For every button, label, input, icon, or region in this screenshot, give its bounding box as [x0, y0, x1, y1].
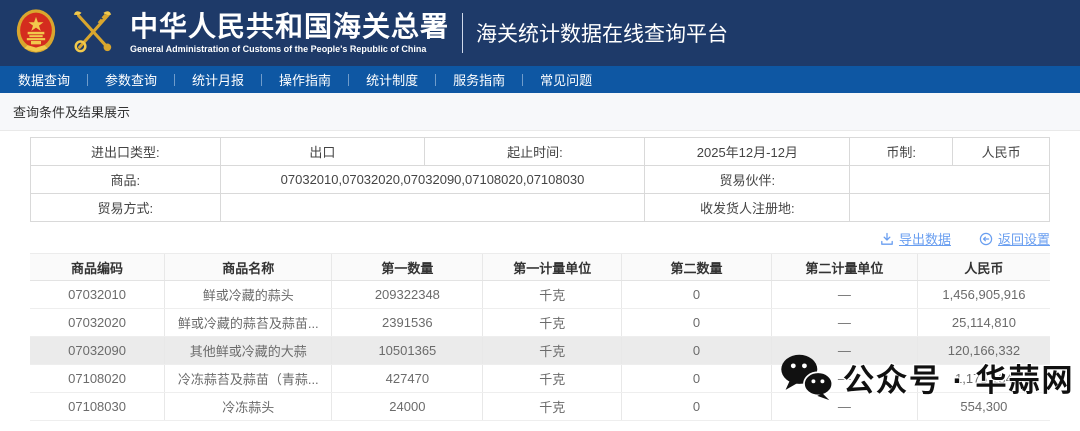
col-header-unit2: 第二计量单位	[771, 253, 918, 281]
nav-divider	[522, 73, 524, 86]
breadcrumb: 查询条件及结果展示	[0, 93, 1080, 131]
condition-partner-value	[849, 165, 1050, 194]
cell-name: 其他鲜或冷藏的大蒜	[164, 336, 332, 365]
nav-divider	[435, 73, 437, 86]
cell-qty2: 0	[621, 280, 772, 309]
cell-code: 07108020	[30, 364, 165, 393]
table-row: 07032020 鲜或冷藏的蒜苔及蒜苗... 2391536 千克 0 — 25…	[30, 308, 1050, 337]
nav-divider	[87, 73, 89, 86]
results-table: 商品编码 商品名称 第一数量 第一计量单位 第二数量 第二计量单位 人民币 07…	[30, 253, 1050, 421]
condition-trade-mode-label: 贸易方式:	[30, 193, 221, 222]
platform-title: 海关统计数据在线查询平台	[476, 23, 729, 46]
condition-trade-mode-value	[219, 193, 646, 222]
condition-time-label: 起止时间:	[424, 137, 646, 166]
cell-qty1: 24000	[331, 392, 483, 421]
customs-key-logo-icon	[70, 7, 116, 60]
cell-unit2: —	[771, 308, 918, 337]
download-icon	[881, 232, 893, 245]
nav-item-param-query[interactable]: 参数查询	[105, 70, 157, 89]
cell-unit2: —	[771, 364, 918, 393]
nav-item-operation-guide[interactable]: 操作指南	[279, 70, 331, 89]
cell-unit2: —	[771, 280, 918, 309]
cell-qty2: 0	[621, 308, 772, 337]
app-header: 中华人民共和国海关总署 General Administration of Cu…	[0, 0, 1080, 66]
condition-ie-type-value: 出口	[219, 137, 426, 166]
cell-name: 鲜或冷藏的蒜苔及蒜苗...	[164, 308, 332, 337]
cell-unit1: 千克	[482, 336, 622, 365]
cell-qty2: 0	[621, 364, 772, 393]
cell-code: 07032010	[30, 280, 165, 309]
cell-qty1: 427470	[331, 364, 483, 393]
org-title-block: 中华人民共和国海关总署 General Administration of Cu…	[130, 9, 450, 55]
table-row: 07108020 冷冻蒜苔及蒜苗（青蒜... 427470 千克 0 — 1,1…	[30, 364, 1050, 393]
condition-reg-place-value	[849, 193, 1050, 222]
main-nav: 数据查询 参数查询 统计月报 操作指南 统计制度 服务指南 常见问题	[0, 66, 1080, 93]
cell-unit1: 千克	[482, 392, 622, 421]
nav-item-monthly-report[interactable]: 统计月报	[192, 70, 244, 89]
nav-item-faq[interactable]: 常见问题	[540, 70, 592, 89]
condition-partner-label: 贸易伙伴:	[644, 165, 851, 194]
nav-divider	[174, 73, 176, 86]
cell-rmb: 554,300	[916, 392, 1050, 421]
condition-currency-value: 人民币	[952, 137, 1050, 166]
cell-rmb: 120,166,332	[916, 336, 1050, 365]
cell-code: 07108030	[30, 392, 165, 421]
export-data-button[interactable]: 导出数据	[880, 229, 951, 248]
nav-divider	[348, 73, 350, 86]
cell-qty2: 0	[621, 392, 772, 421]
condition-commodity-value: 07032010,07032020,07032090,07108020,0710…	[219, 165, 646, 194]
condition-reg-place-label: 收发货人注册地:	[644, 193, 851, 222]
cell-qty1: 10501365	[331, 336, 483, 365]
cell-rmb: 1,175,184	[916, 364, 1050, 393]
export-data-label: 导出数据	[898, 232, 951, 247]
results-header-row: 商品编码 商品名称 第一数量 第一计量单位 第二数量 第二计量单位 人民币	[30, 253, 1050, 281]
cell-qty1: 2391536	[331, 308, 483, 337]
nav-divider	[261, 73, 263, 86]
cell-rmb: 1,456,905,916	[916, 280, 1050, 309]
cell-name: 冷冻蒜苔及蒜苗（青蒜...	[164, 364, 332, 393]
national-emblem-icon	[16, 8, 56, 59]
cell-unit1: 千克	[482, 308, 622, 337]
cell-code: 07032090	[30, 336, 165, 365]
header-divider	[462, 13, 464, 53]
col-header-commodity-code: 商品编码	[30, 253, 165, 281]
col-header-qty1: 第一数量	[331, 253, 483, 281]
back-to-settings-button[interactable]: 返回设置	[979, 229, 1050, 248]
actions-bar: 导出数据 返回设置	[30, 229, 1050, 248]
org-title: 中华人民共和国海关总署	[130, 9, 450, 43]
col-header-rmb: 人民币	[916, 253, 1050, 281]
org-subtitle: General Administration of Customs of the…	[130, 44, 427, 55]
cell-unit2: —	[771, 336, 918, 365]
table-row: 07032010 鲜或冷藏的蒜头 209322348 千克 0 — 1,456,…	[30, 280, 1050, 309]
condition-row: 商品: 07032010,07032020,07032090,07108020,…	[30, 165, 1050, 194]
col-header-unit1: 第一计量单位	[482, 253, 622, 281]
cell-qty2: 0	[621, 336, 772, 365]
condition-row: 贸易方式: 收发货人注册地:	[30, 193, 1050, 222]
back-arrow-icon	[979, 232, 993, 245]
condition-row: 进出口类型: 出口 起止时间: 2025年12月-12月 币制: 人民币	[30, 137, 1050, 166]
breadcrumb-title: 查询条件及结果展示	[13, 105, 131, 120]
table-row-highlighted: 07032090 其他鲜或冷藏的大蒜 10501365 千克 0 — 120,1…	[30, 336, 1050, 365]
nav-item-statistics-system[interactable]: 统计制度	[366, 70, 418, 89]
condition-currency-label: 币制:	[849, 137, 954, 166]
back-to-settings-label: 返回设置	[997, 232, 1050, 247]
col-header-qty2: 第二数量	[621, 253, 772, 281]
cell-unit2: —	[771, 392, 918, 421]
cell-qty1: 209322348	[331, 280, 483, 309]
cell-unit1: 千克	[482, 364, 622, 393]
cell-unit1: 千克	[482, 280, 622, 309]
col-header-commodity-name: 商品名称	[164, 253, 332, 281]
query-conditions-table: 进出口类型: 出口 起止时间: 2025年12月-12月 币制: 人民币 商品:…	[30, 137, 1050, 222]
nav-item-data-query[interactable]: 数据查询	[18, 70, 70, 89]
condition-commodity-label: 商品:	[30, 165, 221, 194]
condition-time-value: 2025年12月-12月	[644, 137, 851, 166]
cell-rmb: 25,114,810	[916, 308, 1050, 337]
content-area: 进出口类型: 出口 起止时间: 2025年12月-12月 币制: 人民币 商品:…	[0, 131, 1080, 421]
cell-name: 冷冻蒜头	[164, 392, 332, 421]
nav-item-service-guide[interactable]: 服务指南	[453, 70, 505, 89]
cell-code: 07032020	[30, 308, 165, 337]
condition-ie-type-label: 进出口类型:	[30, 137, 221, 166]
table-row: 07108030 冷冻蒜头 24000 千克 0 — 554,300	[30, 392, 1050, 421]
cell-name: 鲜或冷藏的蒜头	[164, 280, 332, 309]
